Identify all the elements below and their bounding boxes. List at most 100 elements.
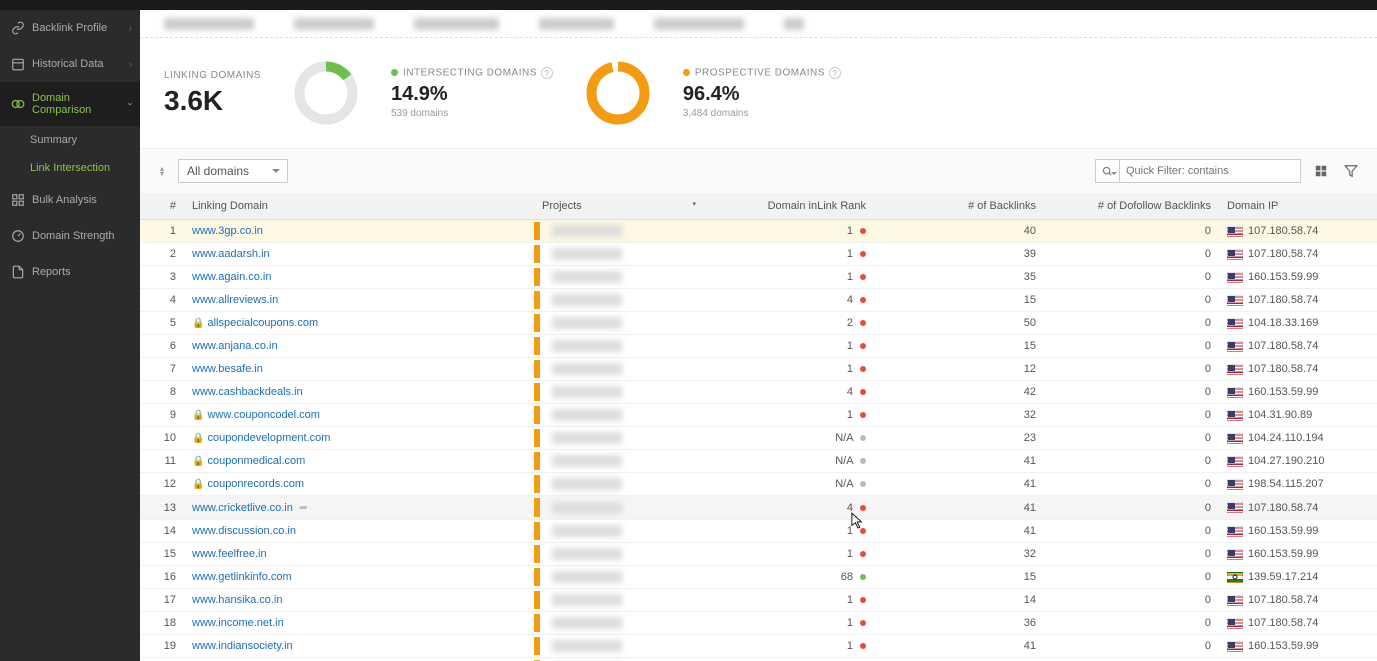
row-domain: www.cricketlive.co.in ➦	[184, 496, 534, 520]
sidebar-sub-link-intersection[interactable]: Link Intersection	[0, 154, 140, 182]
grid-view-icon[interactable]	[1311, 161, 1331, 181]
share-icon[interactable]: ➦	[299, 502, 308, 514]
table-row[interactable]: 14www.discussion.co.in1 410160.153.59.99	[140, 520, 1377, 543]
row-rank: 1	[704, 404, 874, 427]
row-rank: 1	[704, 612, 874, 635]
table-row[interactable]: 1www.3gp.co.in1 400107.180.58.74	[140, 220, 1377, 243]
col-projects[interactable]: Projects▾	[534, 193, 704, 220]
table-row[interactable]: 15www.feelfree.in1 320160.153.59.99	[140, 543, 1377, 566]
sidebar-item-domain-strength[interactable]: Domain Strength	[0, 218, 140, 254]
filter-icon[interactable]	[1341, 161, 1361, 181]
table-row[interactable]: 16www.getlinkinfo.com68 150139.59.17.214	[140, 566, 1377, 589]
table-row[interactable]: 13www.cricketlive.co.in➦4 410107.180.58.…	[140, 496, 1377, 520]
row-projects	[534, 473, 704, 496]
row-domain: www.anjana.co.in	[184, 335, 534, 358]
domain-link[interactable]: www.couponcodel.com	[207, 409, 320, 421]
table-row[interactable]: 19www.indiansociety.in1 410160.153.59.99	[140, 635, 1377, 658]
table-row[interactable]: 6www.anjana.co.in1 150107.180.58.74	[140, 335, 1377, 358]
row-domain: 🔒www.couponcodel.com	[184, 404, 534, 427]
row-backlinks: 14	[874, 589, 1044, 612]
table-row[interactable]: 8www.cashbackdeals.in4 420160.153.59.99	[140, 381, 1377, 404]
domain-link[interactable]: allspecialcoupons.com	[207, 317, 318, 329]
domain-link[interactable]: www.income.net.in	[192, 617, 284, 629]
sidebar-item-historical-data[interactable]: Historical Data ›	[0, 46, 140, 82]
domain-link[interactable]: www.anjana.co.in	[192, 340, 278, 352]
row-rank: 2	[704, 312, 874, 335]
domain-link[interactable]: www.cricketlive.co.in	[192, 502, 293, 514]
table-row[interactable]: 4www.allreviews.in4 150107.180.58.74	[140, 289, 1377, 312]
domain-link[interactable]: www.aadarsh.in	[192, 248, 270, 260]
domain-link[interactable]: couponrecords.com	[207, 478, 304, 490]
domain-link[interactable]: coupondevelopment.com	[207, 432, 330, 444]
stat-sub: 3,484 domains	[683, 108, 841, 119]
table-row[interactable]: 5🔒allspecialcoupons.com2 500104.18.33.16…	[140, 312, 1377, 335]
table-row[interactable]: 3www.again.co.in1 350160.153.59.99	[140, 266, 1377, 289]
calendar-icon	[10, 56, 26, 72]
col-inlink-rank[interactable]: Domain inLink Rank	[704, 193, 874, 220]
col-linking-domain[interactable]: Linking Domain	[184, 193, 534, 220]
row-backlinks	[874, 658, 1044, 661]
domain-link[interactable]: www.besafe.in	[192, 363, 263, 375]
table-row[interactable]: 10🔒coupondevelopment.comN/A 230104.24.11…	[140, 427, 1377, 450]
table-row[interactable]: 12🔒couponrecords.comN/A 410198.54.115.20…	[140, 473, 1377, 496]
table-row[interactable]: 18www.income.net.in1 360107.180.58.74	[140, 612, 1377, 635]
quick-filter	[1095, 159, 1301, 183]
sort-indicator-icon: ▾	[692, 200, 696, 208]
table-row[interactable]: 7www.besafe.in1 120107.180.58.74	[140, 358, 1377, 381]
sidebar-item-reports[interactable]: Reports	[0, 254, 140, 290]
domain-link[interactable]: www.feelfree.in	[192, 548, 267, 560]
row-backlinks: 15	[874, 335, 1044, 358]
domain-link[interactable]: www.discussion.co.in	[192, 525, 296, 537]
row-rank: 1	[704, 335, 874, 358]
sidebar-item-bulk-analysis[interactable]: Bulk Analysis	[0, 182, 140, 218]
sidebar-label: Bulk Analysis	[32, 194, 97, 206]
domain-filter-dropdown[interactable]: All domains	[178, 159, 288, 183]
row-domain: www.aadarsh.in	[184, 243, 534, 266]
flag-icon	[1227, 249, 1243, 260]
row-domain: www.iorbit.in	[184, 658, 534, 661]
table-row[interactable]: 9🔒www.couponcodel.com1 320104.31.90.89	[140, 404, 1377, 427]
row-index: 11	[140, 450, 184, 473]
domain-link[interactable]: couponmedical.com	[207, 455, 305, 467]
domain-link[interactable]: www.indiansociety.in	[192, 640, 293, 652]
sidebar-sub-summary[interactable]: Summary	[0, 126, 140, 154]
row-ip: 104.27.190.210	[1219, 450, 1377, 473]
domain-link[interactable]: www.getlinkinfo.com	[192, 571, 292, 583]
domain-link[interactable]: www.again.co.in	[192, 271, 272, 283]
domain-link[interactable]: www.3gp.co.in	[192, 225, 263, 237]
table-row[interactable]: 11🔒couponmedical.comN/A 410104.27.190.21…	[140, 450, 1377, 473]
domains-table-wrap[interactable]: # Linking Domain Projects▾ Domain inLink…	[140, 193, 1377, 661]
row-dofollow: 0	[1044, 635, 1219, 658]
row-rank: 68	[704, 566, 874, 589]
help-icon[interactable]: ?	[541, 67, 553, 79]
table-row[interactable]: 17www.hansika.co.in1 140107.180.58.74	[140, 589, 1377, 612]
rank-dot-icon	[860, 251, 866, 257]
row-index: 13	[140, 496, 184, 520]
search-icon[interactable]	[1096, 160, 1120, 182]
row-ip: 139.59.17.214	[1219, 566, 1377, 589]
col-dofollow[interactable]: # of Dofollow Backlinks	[1044, 193, 1219, 220]
table-row[interactable]: 20www.iorbit.in1 107.180.58.74	[140, 658, 1377, 661]
domain-link[interactable]: www.cashbackdeals.in	[192, 386, 303, 398]
table-row[interactable]: 2www.aadarsh.in1 390107.180.58.74	[140, 243, 1377, 266]
lock-icon: 🔒	[192, 433, 204, 444]
row-domain: www.3gp.co.in	[184, 220, 534, 243]
row-backlinks: 50	[874, 312, 1044, 335]
expand-collapse-handle[interactable]: ▴▾	[156, 166, 168, 176]
col-domain-ip[interactable]: Domain IP	[1219, 193, 1377, 220]
row-domain: 🔒couponrecords.com	[184, 473, 534, 496]
row-backlinks: 41	[874, 473, 1044, 496]
rank-dot-icon	[860, 528, 866, 534]
row-projects	[534, 450, 704, 473]
row-projects	[534, 543, 704, 566]
rank-dot-icon	[860, 366, 866, 372]
col-backlinks[interactable]: # of Backlinks	[874, 193, 1044, 220]
help-icon[interactable]: ?	[829, 67, 841, 79]
sidebar-item-backlink-profile[interactable]: Backlink Profile ›	[0, 10, 140, 46]
domain-link[interactable]: www.hansika.co.in	[192, 594, 283, 606]
quick-filter-input[interactable]	[1120, 161, 1300, 181]
sidebar-item-domain-comparison[interactable]: Domain Comparison ›	[0, 82, 140, 126]
domain-link[interactable]: www.allreviews.in	[192, 294, 278, 306]
row-backlinks: 12	[874, 358, 1044, 381]
col-index[interactable]: #	[140, 193, 184, 220]
